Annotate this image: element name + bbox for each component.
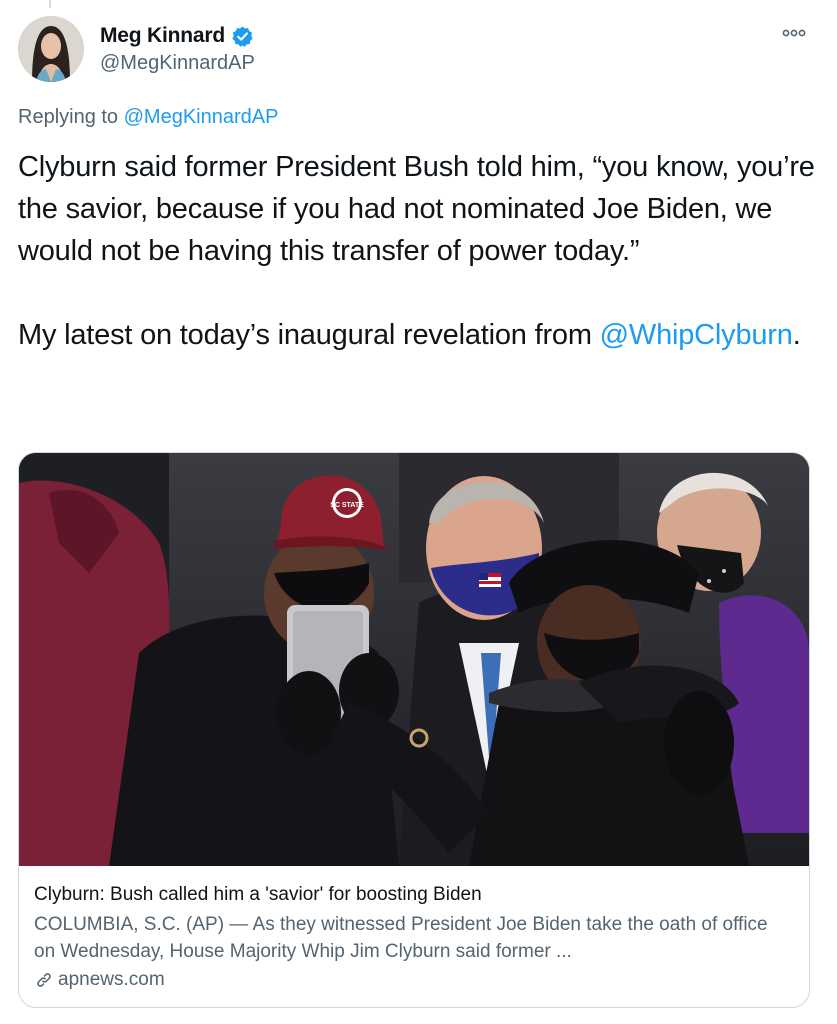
author-display-name[interactable]: Meg Kinnard bbox=[100, 24, 225, 48]
tweet-paragraph: My latest on today’s inaugural revelatio… bbox=[18, 314, 818, 356]
tweet-body: Clyburn said former President Bush told … bbox=[18, 146, 818, 356]
whipclyburn-mention-link[interactable]: @WhipClyburn bbox=[600, 319, 793, 351]
card-domain: apnews.com bbox=[34, 969, 794, 991]
more-horizontal-icon[interactable] bbox=[781, 26, 807, 38]
card-description: COLUMBIA, S.C. (AP) — As they witnessed … bbox=[34, 914, 768, 962]
card-image[interactable]: SC STATE bbox=[19, 453, 809, 866]
avatar[interactable] bbox=[18, 16, 84, 82]
tweet-paragraph-text: My latest on today’s inaugural revelatio… bbox=[18, 319, 592, 351]
tweet-paragraph: Clyburn said former President Bush told … bbox=[18, 151, 815, 267]
link-preview-card[interactable]: SC STATE Clyburn: Bush called him a 'sav… bbox=[18, 452, 810, 1008]
tweet-author-block: Meg Kinnard @MegKinnardAP bbox=[100, 22, 255, 75]
card-body: Clyburn: Bush called him a 'savior' for … bbox=[34, 881, 794, 991]
thread-connector-line bbox=[49, 0, 51, 8]
reply-mention-link[interactable]: @MegKinnardAP bbox=[124, 106, 279, 128]
reply-context-prefix: Replying to bbox=[18, 106, 119, 128]
card-domain-text[interactable]: apnews.com bbox=[58, 969, 165, 991]
cap-logo-text: SC STATE bbox=[330, 502, 364, 509]
tweet-paragraph-suffix: . bbox=[792, 319, 801, 351]
author-handle[interactable]: @MegKinnardAP bbox=[100, 52, 255, 75]
verified-badge-icon bbox=[231, 25, 254, 48]
card-title[interactable]: Clyburn: Bush called him a 'savior' for … bbox=[34, 881, 794, 909]
link-icon bbox=[34, 970, 54, 990]
reply-context: Replying to @MegKinnardAP bbox=[18, 106, 278, 129]
